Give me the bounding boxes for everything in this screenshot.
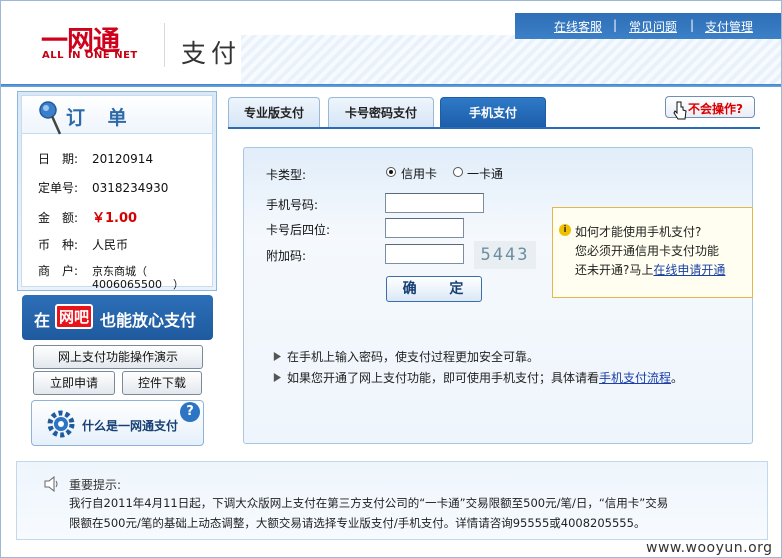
nav-faq[interactable]: 常见问题: [629, 18, 677, 35]
hand-cursor-icon: [673, 101, 687, 120]
order-key: 币 种:: [38, 238, 79, 252]
order-row-number: 定单号: 0318234930: [38, 179, 168, 196]
order-row-date: 日 期: 20120914: [38, 150, 153, 167]
top-nav: 在线客服 | 常见问题 | 支付管理: [515, 13, 781, 39]
important-notice: 重要提示: 我行自2011年4月11日起，下调大众版网上支付在第三方支付公司的“…: [16, 461, 768, 540]
arrow-icon: [273, 352, 281, 361]
order-title: 订 单: [66, 107, 135, 129]
help-button-label: 不会操作?: [688, 102, 743, 116]
order-value: 0318234930: [92, 181, 169, 195]
radio-debit-card[interactable]: [453, 167, 463, 177]
extra-code-label: 附加码:: [266, 249, 307, 263]
banner-highlight: 网吧: [55, 304, 94, 329]
speaker-icon: [44, 476, 58, 492]
note-line-3-text: 还未开通?马上: [575, 263, 654, 277]
last4-label: 卡号后四位:: [266, 223, 331, 237]
order-panel-inner: 订 单 日 期: 20120914 定单号: 0318234930 金 额: ￥1.0…: [21, 95, 213, 291]
logo-divider: [164, 23, 165, 67]
tip-1-text: 在手机上输入密码，使支付过程更加安全可靠。: [287, 350, 540, 364]
nav-payment-management[interactable]: 支付管理: [705, 18, 753, 35]
what-is-yiwangtong-button[interactable]: 什么是一网通支付 ?: [31, 400, 204, 446]
note-line-2: 您必须开通信用卡支付功能: [575, 244, 720, 258]
gear-icon: [47, 410, 75, 438]
order-amount: ￥1.00: [92, 211, 138, 226]
header-divider: [1, 84, 781, 87]
order-row-amount: 金 额: ￥1.00: [38, 207, 137, 226]
page-title: 支付: [181, 39, 242, 68]
nav-separator: |: [690, 18, 695, 32]
what-is-label: 什么是一网通支付: [82, 419, 179, 433]
download-control-button[interactable]: 控件下载: [122, 371, 202, 395]
netcafe-banner[interactable]: 在 网吧 也能放心支付: [22, 295, 213, 340]
logo-en: ALL IN ONE NET: [42, 50, 138, 61]
mobile-pay-note: i 如何才能使用手机支付? 您必须开通信用卡支付功能 还未开通?马上在线申请开通: [552, 207, 753, 298]
pushpin-icon: [39, 101, 62, 135]
order-row-currency: 币 种: 人民币: [38, 236, 128, 253]
radio-credit-card-label: 信用卡: [401, 167, 438, 181]
nav-online-service[interactable]: 在线客服: [554, 18, 602, 35]
card-last4-input[interactable]: [385, 218, 464, 238]
phone-label: 手机号码:: [266, 198, 319, 212]
order-key: 商 户:: [38, 264, 79, 278]
note-line-1: 如何才能使用手机支付?: [575, 225, 702, 239]
tip-2-tail: 。: [671, 371, 684, 385]
order-key: 定单号:: [38, 181, 79, 195]
captcha-image[interactable]: 5443: [474, 241, 536, 269]
confirm-button[interactable]: 确 定: [386, 276, 482, 302]
apply-button[interactable]: 立即申请: [33, 371, 115, 395]
tab-card-password[interactable]: 卡号密码支付: [328, 97, 434, 128]
info-icon: i: [559, 224, 571, 236]
nav-separator: |: [613, 18, 618, 32]
order-value: 20120914: [92, 152, 154, 166]
order-title-bar: 订 单: [22, 96, 212, 135]
banner-text-post: 也能放心支付: [100, 311, 197, 330]
question-icon: ?: [180, 402, 200, 422]
tab-underline: [228, 127, 760, 129]
tip-2-text: 如果您开通了网上支付功能，即可使用手机支付；具体请看: [287, 371, 600, 385]
order-merchant-phone: 4006065500 ）: [92, 278, 184, 291]
order-value: 人民币: [92, 238, 129, 252]
note-line-3: 还未开通?马上在线申请开通: [575, 261, 725, 278]
phone-input[interactable]: [385, 193, 484, 213]
mobile-pay-flow-link[interactable]: 手机支付流程: [599, 371, 671, 385]
tip-1: 在手机上输入密码，使支付过程更加安全可靠。: [272, 348, 539, 365]
tab-professional[interactable]: 专业版支付: [228, 97, 320, 128]
radio-debit-card-label: 一卡通: [467, 167, 504, 181]
watermark: www.wooyun.org: [646, 540, 773, 556]
header: 一网通 ALL IN ONE NET 支付 在线客服 | 常见问题 | 支付管理: [1, 1, 781, 87]
demo-button[interactable]: 网上支付功能操作演示: [33, 345, 203, 369]
header-pattern: [241, 35, 781, 87]
extra-code-input[interactable]: [385, 244, 464, 264]
order-key: 日 期:: [38, 152, 79, 166]
radio-credit-card[interactable]: [386, 167, 396, 177]
notice-line-1: 我行自2011年4月11日起，下调大众版网上支付在第三方支付公司的“一卡通”交易…: [69, 496, 669, 510]
banner-text-pre: 在: [34, 311, 51, 330]
notice-title: 重要提示:: [69, 478, 122, 492]
order-panel: 订 单 日 期: 20120914 定单号: 0318234930 金 额: ￥1.0…: [17, 91, 217, 291]
tab-mobile-pay[interactable]: 手机支付: [440, 97, 546, 128]
order-key: 金 额:: [38, 211, 79, 225]
notice-line-2: 限额在500元/笔的基础上动态调整，大额交易请选择专业版支付/手机支付。详情请咨…: [69, 516, 646, 530]
logo: 一网通 ALL IN ONE NET: [41, 19, 145, 67]
arrow-icon: [273, 373, 281, 382]
card-type-label: 卡类型:: [266, 168, 307, 182]
tip-2: 如果您开通了网上支付功能，即可使用手机支付；具体请看手机支付流程。: [272, 369, 683, 386]
apply-online-link[interactable]: 在线申请开通: [653, 263, 725, 277]
help-button[interactable]: 不会操作?: [665, 96, 755, 120]
